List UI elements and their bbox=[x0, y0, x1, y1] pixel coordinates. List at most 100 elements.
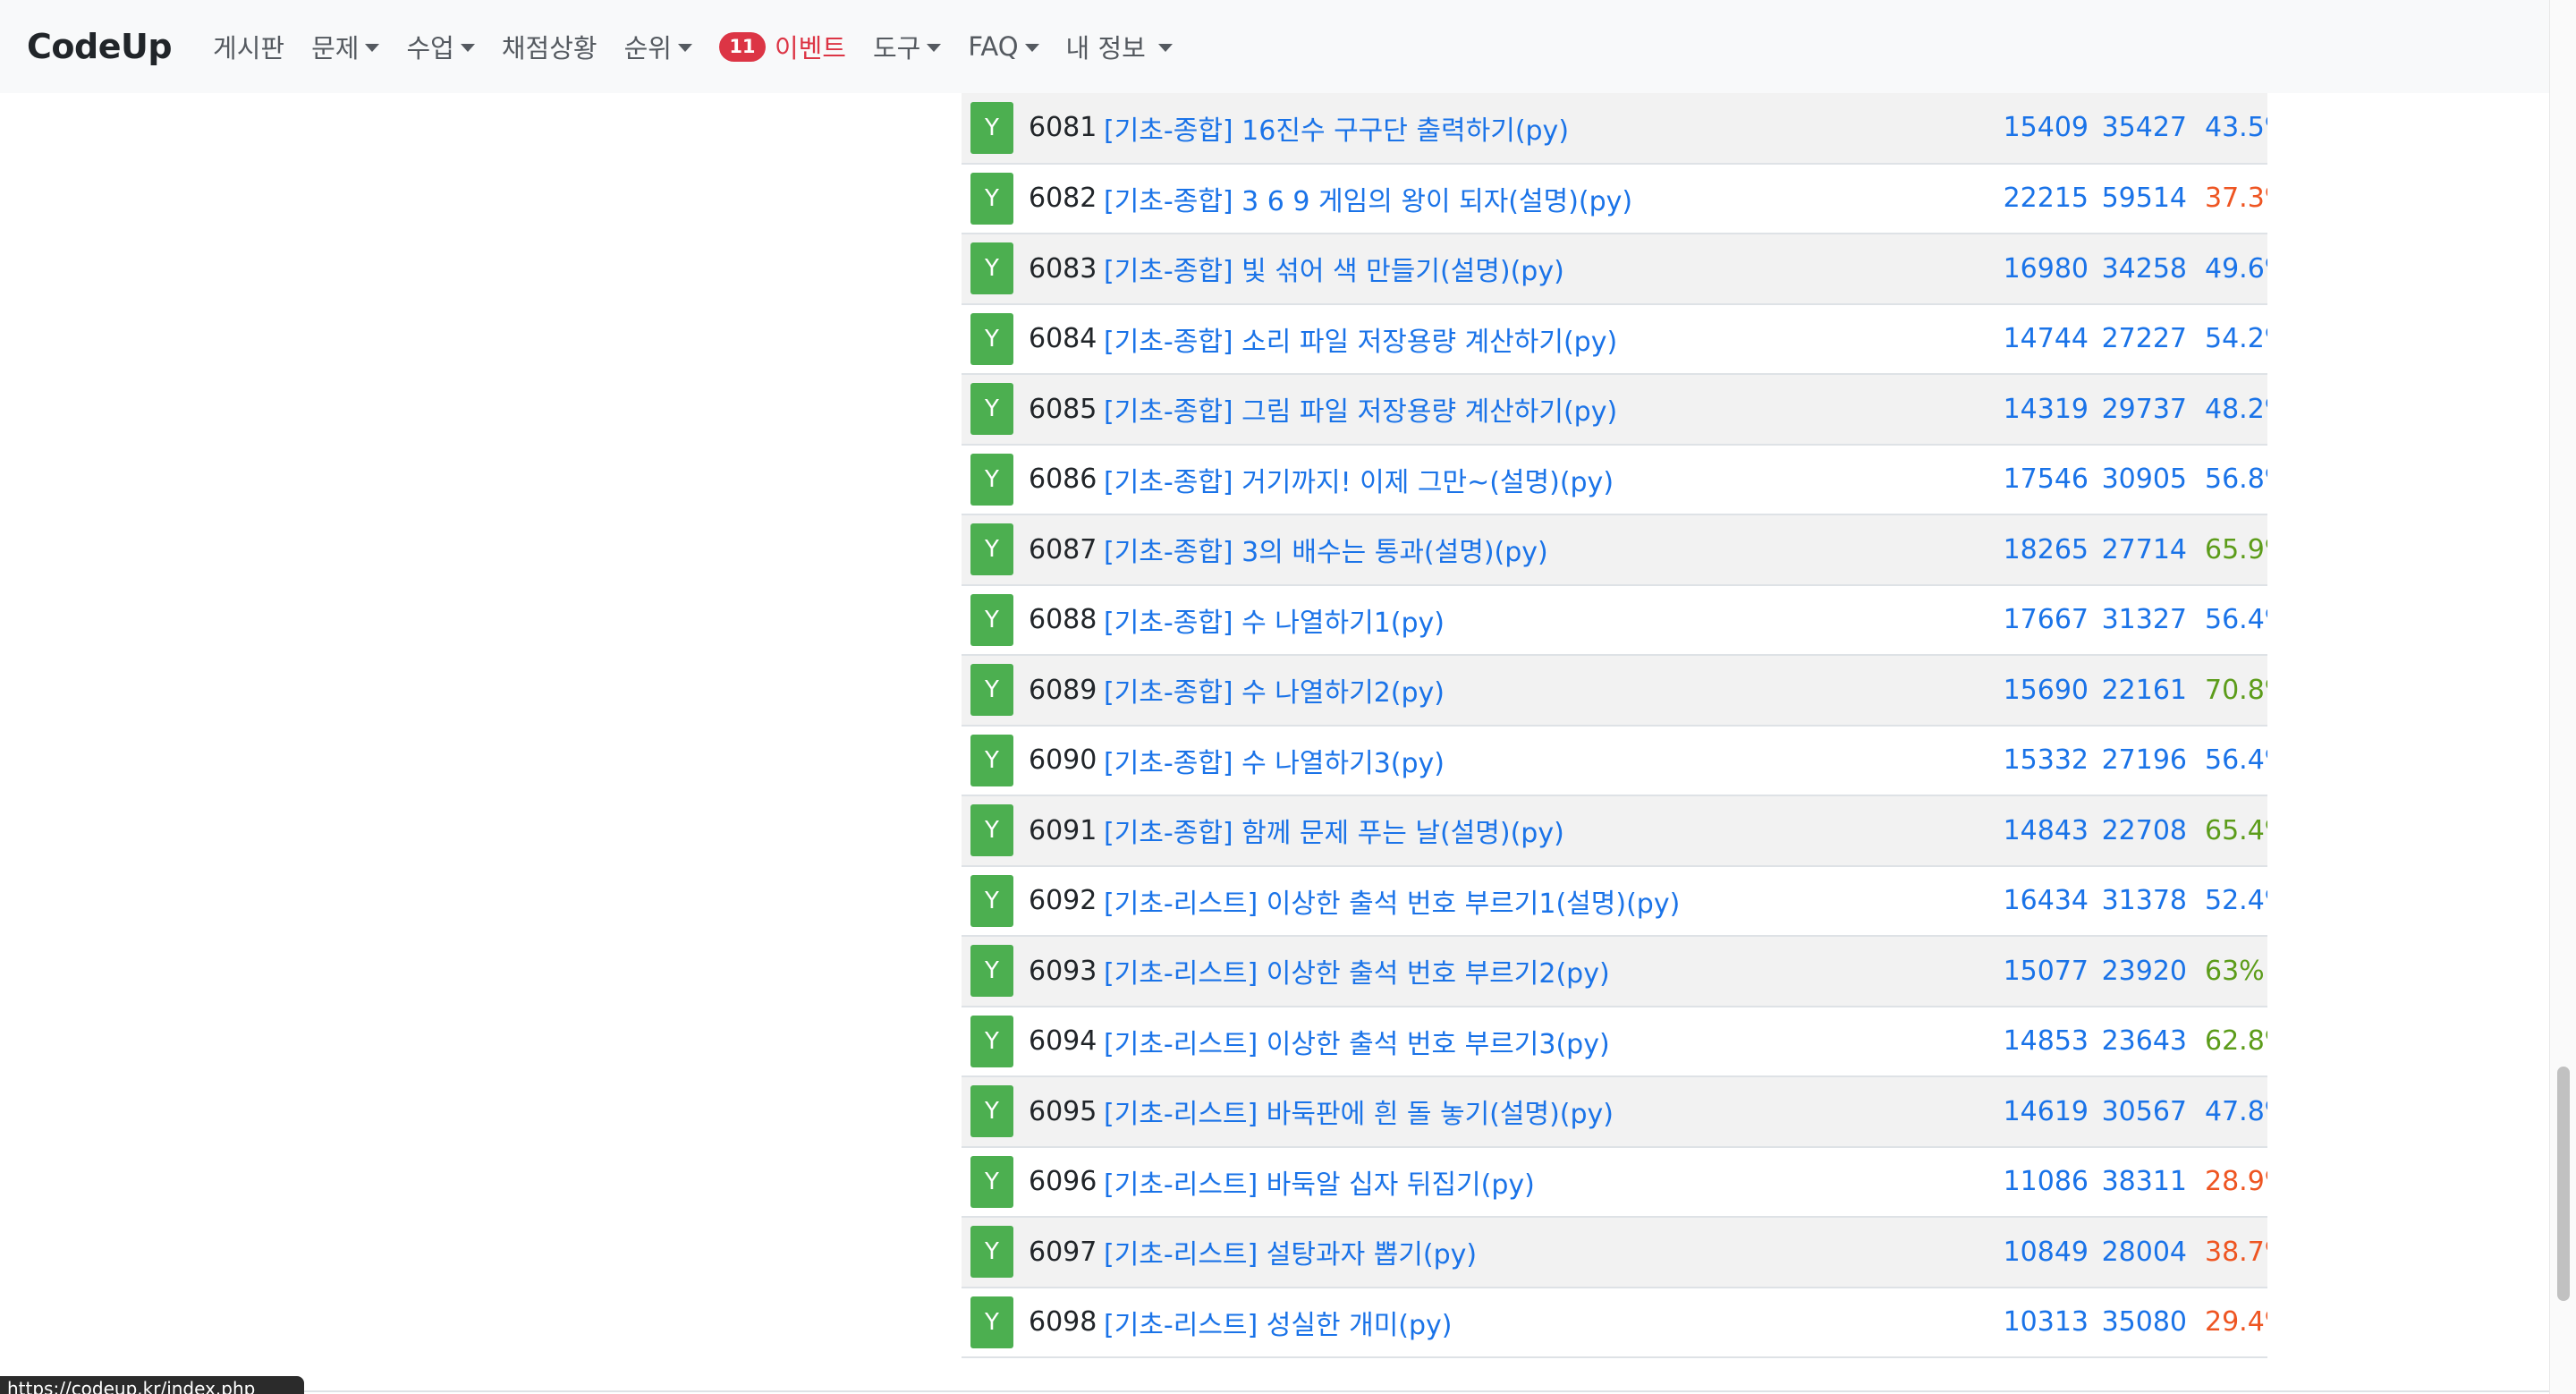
problem-title-link[interactable]: [기초-종합] 3의 배수는 통과(설명)(py) bbox=[1099, 514, 1994, 586]
problem-row[interactable]: Y 6094 [기초-리스트] 이상한 출석 번호 부르기3(py) 14853 236… bbox=[962, 1006, 2267, 1077]
problem-title-link[interactable]: [기초-종합] 수 나열하기1(py) bbox=[1099, 584, 1994, 656]
solved-count-link[interactable]: 18265 bbox=[1994, 514, 2094, 586]
solved-count-link[interactable]: 16980 bbox=[1994, 234, 2094, 305]
page-scrollbar[interactable] bbox=[2549, 0, 2576, 1394]
problem-title-link[interactable]: [기초-종합] 함께 문제 푸는 날(설명)(py) bbox=[1099, 795, 1994, 867]
problem-title-link[interactable]: [기초-리스트] 이상한 출석 번호 부르기1(설명)(py) bbox=[1099, 865, 1994, 937]
accuracy-rate: 63% bbox=[2192, 936, 2267, 1007]
solved-count-link[interactable]: 14319 bbox=[1994, 374, 2094, 446]
submission-count-link[interactable]: 35427 bbox=[2094, 93, 2192, 165]
problem-row[interactable]: Y 6091 [기초-종합] 함께 문제 푸는 날(설명)(py) 14843 2270… bbox=[962, 795, 2267, 867]
nav-item-faq[interactable]: FAQ bbox=[968, 31, 1039, 62]
nav-item-label: 문제 bbox=[311, 33, 360, 64]
solved-count-link[interactable]: 15690 bbox=[1994, 655, 2094, 727]
solved-count-link[interactable]: 17667 bbox=[1994, 584, 2094, 656]
problem-row[interactable]: Y 6082 [기초-종합] 3 6 9 게임의 왕이 되자(설명)(py) 2221… bbox=[962, 163, 2267, 234]
submission-count-link[interactable]: 23643 bbox=[2094, 1006, 2192, 1077]
status-cell: Y bbox=[962, 1006, 1026, 1077]
problem-title-link[interactable]: [기초-리스트] 이상한 출석 번호 부르기3(py) bbox=[1099, 1006, 1994, 1077]
submission-count-link[interactable]: 59514 bbox=[2094, 163, 2192, 234]
problem-row[interactable]: Y6090[기초-종합] 수 나열하기3(py)153322719656.4% bbox=[962, 725, 2267, 796]
solved-count-link[interactable]: 14853 bbox=[1994, 1006, 2094, 1077]
submission-count-link[interactable]: 31378 bbox=[2094, 865, 2192, 937]
problem-row[interactable]: Y 6085 [기초-종합] 그림 파일 저장용량 계산하기(py) 14319 297… bbox=[962, 374, 2267, 446]
problem-row[interactable]: Y 6084 [기초-종합] 소리 파일 저장용량 계산하기(py) 14744 272… bbox=[962, 303, 2267, 375]
caret-down-icon bbox=[460, 43, 475, 52]
scrollbar-thumb[interactable] bbox=[2557, 1067, 2570, 1301]
submission-count-link[interactable]: 27227 bbox=[2094, 303, 2192, 375]
submission-count-link[interactable]: 22161 bbox=[2094, 655, 2192, 727]
submission-count-link[interactable]: 27196 bbox=[2094, 725, 2192, 796]
accuracy-rate: 47.8% bbox=[2192, 1076, 2267, 1148]
problem-title-link[interactable]: [기초-종합] 3 6 9 게임의 왕이 되자(설명)(py) bbox=[1099, 163, 1994, 234]
submission-count-link[interactable]: 27714 bbox=[2094, 514, 2192, 586]
problem-title-link[interactable]: [기초-리스트] 바둑판에 흰 돌 놓기(설명)(py) bbox=[1099, 1076, 1994, 1148]
solved-count-link[interactable]: 14619 bbox=[1994, 1076, 2094, 1148]
solved-status-badge: Y bbox=[970, 945, 1013, 998]
submission-count-link[interactable]: 23920 bbox=[2094, 936, 2192, 1007]
problem-row[interactable]: Y 6087 [기초-종합] 3의 배수는 통과(설명)(py) 18265 27714… bbox=[962, 514, 2267, 586]
submission-count-link[interactable]: 29737 bbox=[2094, 374, 2192, 446]
solved-count-link[interactable]: 14843 bbox=[1994, 795, 2094, 867]
submission-count-link[interactable]: 35080 bbox=[2094, 1287, 2192, 1358]
problem-row[interactable]: Y 6081 [기초-종합] 16진수 구구단 출력하기(py) 15409 35427… bbox=[962, 93, 2267, 165]
problem-title-link[interactable]: [기초-리스트] 설탕과자 뽑기(py) bbox=[1099, 1217, 1994, 1288]
problem-title-link[interactable]: [기초-종합] 그림 파일 저장용량 계산하기(py) bbox=[1099, 374, 1994, 446]
submission-count-link[interactable]: 30567 bbox=[2094, 1076, 2192, 1148]
problem-row[interactable]: Y 6086 [기초-종합] 거기까지! 이제 그만~(설명)(py) 17546 30… bbox=[962, 444, 2267, 515]
solved-count-link[interactable]: 15077 bbox=[1994, 936, 2094, 1007]
problem-title-link[interactable]: [기초-리스트] 이상한 출석 번호 부르기2(py) bbox=[1099, 936, 1994, 1007]
solved-count-link[interactable]: 17546 bbox=[1994, 444, 2094, 515]
nav-item-judge-status[interactable]: 채점상황 bbox=[502, 28, 597, 65]
problem-row[interactable]: Y 6095 [기초-리스트] 바둑판에 흰 돌 놓기(설명)(py) 14619 30… bbox=[962, 1076, 2267, 1148]
problem-row[interactable]: Y6098[기초-리스트] 성실한 개미(py)103133508029.4% bbox=[962, 1287, 2267, 1358]
submission-count-link[interactable]: 30905 bbox=[2094, 444, 2192, 515]
problem-row[interactable]: Y6089[기초-종합] 수 나열하기2(py)156902216170.8% bbox=[962, 655, 2267, 727]
solved-count-link[interactable]: 10849 bbox=[1994, 1217, 2094, 1288]
nav-item-board[interactable]: 게시판 bbox=[213, 28, 284, 65]
submission-count-link[interactable]: 31327 bbox=[2094, 584, 2192, 656]
nav-item-problems[interactable]: 문제 bbox=[311, 28, 380, 65]
solved-status-badge: Y bbox=[970, 874, 1013, 927]
status-cell: Y bbox=[962, 655, 1026, 727]
problem-title-link[interactable]: [기초-종합] 16진수 구구단 출력하기(py) bbox=[1099, 93, 1994, 165]
problem-title-link[interactable]: [기초-종합] 거기까지! 이제 그만~(설명)(py) bbox=[1099, 444, 1994, 515]
status-cell: Y bbox=[962, 725, 1026, 796]
solved-count-link[interactable]: 14744 bbox=[1994, 303, 2094, 375]
nav-item-my-info[interactable]: 내 정보 bbox=[1066, 28, 1173, 65]
submission-count-link[interactable]: 34258 bbox=[2094, 234, 2192, 305]
solved-count-link[interactable]: 10313 bbox=[1994, 1287, 2094, 1358]
problem-title-link[interactable]: [기초-리스트] 성실한 개미(py) bbox=[1099, 1287, 1994, 1358]
problem-id: 6092 bbox=[1026, 865, 1099, 937]
problem-title-link[interactable]: [기초-종합] 수 나열하기2(py) bbox=[1099, 655, 1994, 727]
brand-logo[interactable]: CodeUp bbox=[27, 27, 173, 66]
solved-count-link[interactable]: 22215 bbox=[1994, 163, 2094, 234]
problem-title-link[interactable]: [기초-종합] 수 나열하기3(py) bbox=[1099, 725, 1994, 796]
problem-id: 6093 bbox=[1026, 936, 1099, 1007]
nav-item-tools[interactable]: 도구 bbox=[873, 28, 942, 65]
problem-id: 6087 bbox=[1026, 514, 1099, 586]
solved-count-link[interactable]: 16434 bbox=[1994, 865, 2094, 937]
accuracy-rate: 43.5% bbox=[2192, 93, 2267, 165]
problem-title-link[interactable]: [기초-종합] 빛 섞어 색 만들기(설명)(py) bbox=[1099, 234, 1994, 305]
nav-item-classes[interactable]: 수업 bbox=[406, 28, 475, 65]
nav-item-ranking[interactable]: 순위 bbox=[624, 28, 692, 65]
solved-status-badge: Y bbox=[970, 734, 1013, 786]
problem-title-link[interactable]: [기초-종합] 소리 파일 저장용량 계산하기(py) bbox=[1099, 303, 1994, 375]
submission-count-link[interactable]: 28004 bbox=[2094, 1217, 2192, 1288]
solved-count-link[interactable]: 15409 bbox=[1994, 93, 2094, 165]
problem-id: 6088 bbox=[1026, 584, 1099, 656]
problem-title-link[interactable]: [기초-리스트] 바둑알 십자 뒤집기(py) bbox=[1099, 1146, 1994, 1218]
problem-row[interactable]: Y 6096 [기초-리스트] 바둑알 십자 뒤집기(py) 11086 38311 28… bbox=[962, 1146, 2267, 1218]
submission-count-link[interactable]: 22708 bbox=[2094, 795, 2192, 867]
nav-item-event[interactable]: 11 이벤트 bbox=[718, 28, 846, 65]
problem-row[interactable]: Y 6092 [기초-리스트] 이상한 출석 번호 부르기1(설명)(py) 1643… bbox=[962, 865, 2267, 937]
solved-count-link[interactable]: 15332 bbox=[1994, 725, 2094, 796]
problem-row[interactable]: Y6088[기초-종합] 수 나열하기1(py)176673132756.4% bbox=[962, 584, 2267, 656]
solved-status-badge: Y bbox=[970, 1155, 1013, 1208]
problem-row[interactable]: Y6097[기초-리스트] 설탕과자 뽑기(py)108492800438.7% bbox=[962, 1217, 2267, 1288]
submission-count-link[interactable]: 38311 bbox=[2094, 1146, 2192, 1218]
problem-row[interactable]: Y 6093 [기초-리스트] 이상한 출석 번호 부르기2(py) 15077 239… bbox=[962, 936, 2267, 1007]
problem-row[interactable]: Y 6083 [기초-종합] 빛 섞어 색 만들기(설명)(py) 16980 3425… bbox=[962, 234, 2267, 305]
solved-count-link[interactable]: 11086 bbox=[1994, 1146, 2094, 1218]
